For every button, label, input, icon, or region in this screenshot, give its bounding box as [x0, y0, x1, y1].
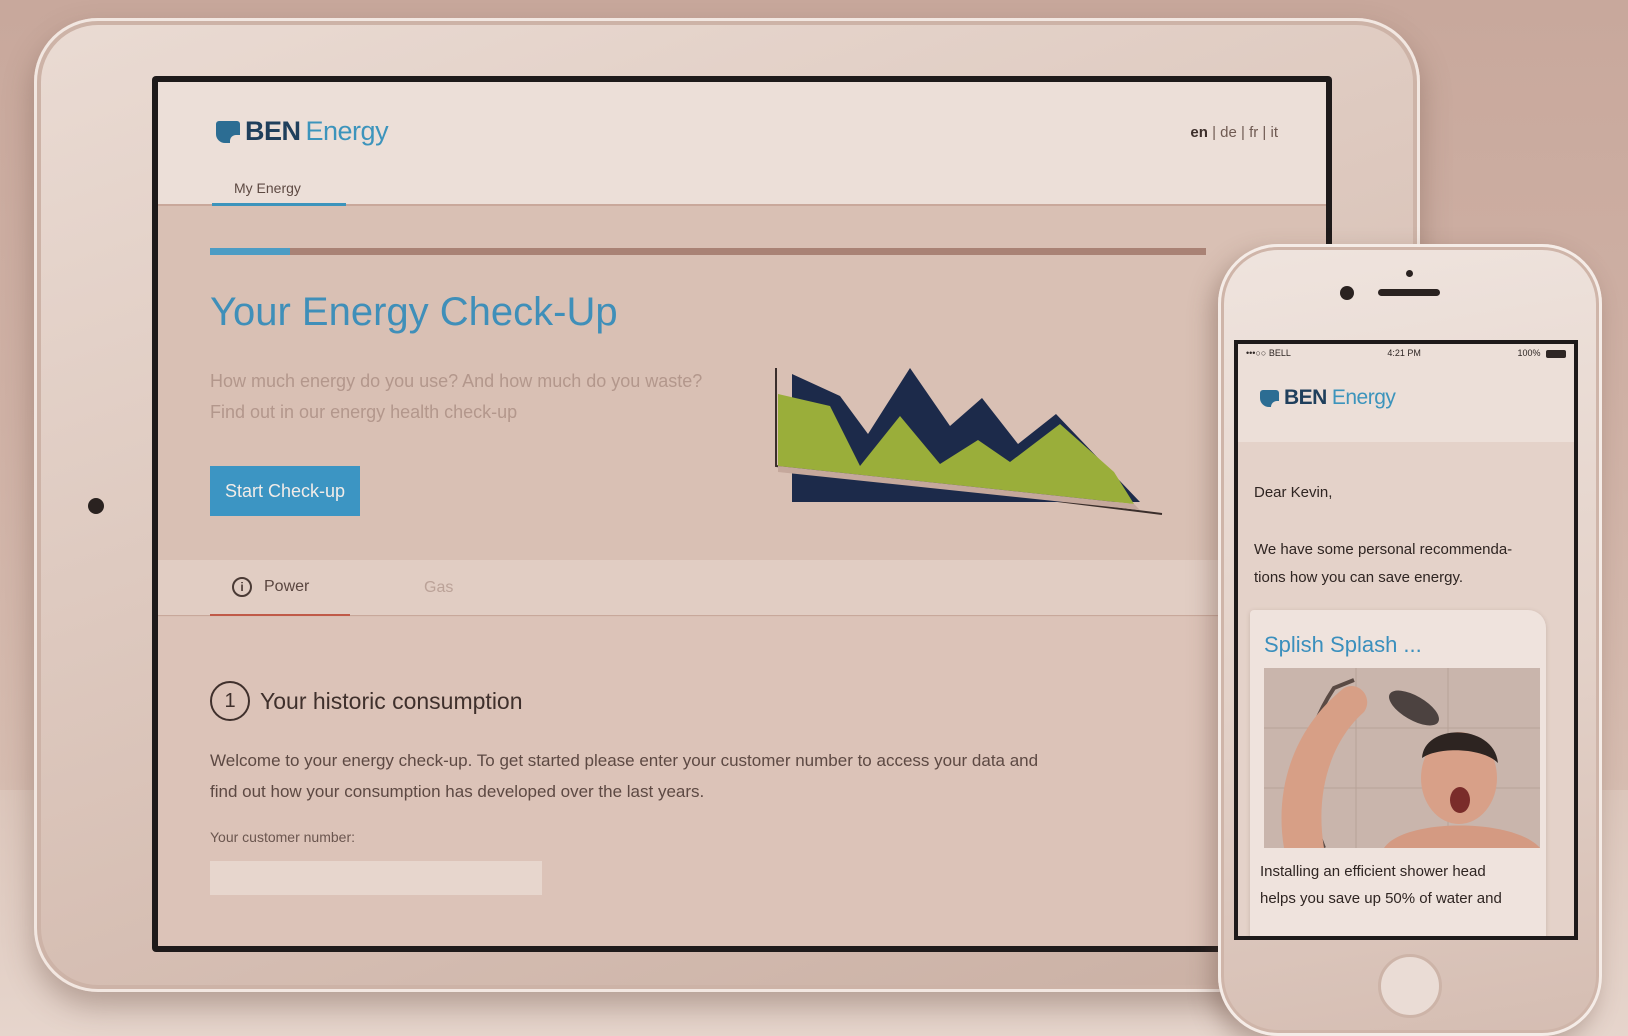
logo-mark-icon: [1260, 389, 1279, 407]
tab-power[interactable]: i Power: [210, 560, 350, 616]
step-description-line-2: find out how your consumption has develo…: [210, 782, 705, 801]
phone-ben-energy-logo: BEN Energy: [1260, 386, 1396, 410]
hero-area-chart-illustration: [775, 368, 1163, 515]
nav-tab-my-energy[interactable]: My Energy: [212, 180, 346, 206]
info-icon: i: [232, 577, 252, 597]
tablet-device: BEN Energy en | de | fr | it My Energy Y…: [34, 18, 1420, 992]
phone-sensor: [1406, 270, 1413, 277]
energy-type-tabs: i Power Gas ⚙: [158, 560, 1326, 616]
step-number-badge: 1: [210, 681, 250, 721]
logo-text-light: Energy: [305, 116, 389, 146]
app-header: BEN Energy en | de | fr | it My Energy: [158, 82, 1326, 206]
email-view: •••○○ BELL 4:21 PM 100% BEN Energy Dear …: [1238, 344, 1574, 936]
recommendation-text: Installing an efficient shower head help…: [1260, 858, 1540, 912]
ben-energy-logo[interactable]: BEN Energy: [216, 116, 389, 147]
tab-gas[interactable]: Gas: [424, 560, 453, 616]
logo-mark-icon: [216, 120, 240, 143]
hero-subtitle-line-1: How much energy do you use? And how much…: [210, 371, 703, 391]
battery-status: 100%: [1517, 348, 1566, 358]
battery-label: 100%: [1517, 348, 1541, 358]
web-app: BEN Energy en | de | fr | it My Energy Y…: [158, 82, 1326, 946]
checkup-step-section: 1 Your historic consumption Welcome to y…: [158, 617, 1326, 946]
customer-number-label: Your customer number:: [210, 829, 355, 845]
step-header: 1 Your historic consumption: [210, 681, 523, 721]
recommendation-text-line-1: Installing an efficient shower head: [1260, 863, 1486, 880]
recommendation-text-line-2: helps you save up 50% of water and: [1260, 890, 1502, 907]
phone-home-button[interactable]: [1378, 954, 1442, 1018]
page-title: Your Energy Check-Up: [210, 290, 618, 334]
email-greeting: Dear Kevin,: [1254, 484, 1333, 501]
step-description-line-1: Welcome to your energy check-up. To get …: [210, 751, 1039, 770]
recommendation-card[interactable]: Splish Splash ... Installing an efficien…: [1250, 610, 1546, 936]
step-description: Welcome to your energy check-up. To get …: [210, 745, 1170, 807]
hero-subtitle-line-2: Find out in our energy health check-up: [210, 402, 518, 422]
logo-text-light: Energy: [1331, 386, 1396, 409]
phone-camera: [1340, 286, 1354, 300]
logo-text-bold: BEN: [1284, 386, 1327, 409]
tablet-camera: [88, 498, 104, 514]
tab-gas-label: Gas: [424, 579, 454, 596]
lang-de[interactable]: de: [1220, 124, 1237, 141]
email-header: BEN Energy: [1238, 362, 1574, 442]
tablet-screen: BEN Energy en | de | fr | it My Energy Y…: [152, 76, 1332, 952]
progress-fill: [210, 248, 290, 255]
lang-it[interactable]: it: [1271, 124, 1279, 141]
logo-text-bold: BEN: [245, 116, 301, 146]
battery-icon: [1545, 349, 1566, 358]
hero-subtitle: How much energy do you use? And how much…: [210, 366, 770, 428]
language-switcher: en | de | fr | it: [1190, 124, 1278, 141]
lang-fr[interactable]: fr: [1249, 124, 1258, 141]
step-title: Your historic consumption: [260, 687, 523, 714]
phone-device: •••○○ BELL 4:21 PM 100% BEN Energy Dear …: [1218, 244, 1602, 1036]
email-intro: We have some personal recommenda- tions …: [1254, 536, 1564, 592]
customer-number-input[interactable]: [210, 861, 542, 895]
email-body: Dear Kevin, We have some personal recomm…: [1238, 442, 1574, 936]
checkup-progress-bar: [210, 248, 1206, 255]
shower-photo: [1264, 668, 1540, 848]
recommendation-title: Splish Splash ...: [1264, 632, 1422, 657]
tab-power-label: Power: [264, 578, 310, 595]
lang-en[interactable]: en: [1190, 124, 1208, 141]
email-intro-line-2: tions how you can save energy.: [1254, 569, 1464, 586]
start-checkup-button[interactable]: Start Check-up: [210, 466, 360, 516]
phone-screen: •••○○ BELL 4:21 PM 100% BEN Energy Dear …: [1234, 340, 1578, 940]
phone-speaker: [1378, 289, 1440, 296]
carrier-label: •••○○ BELL: [1246, 348, 1291, 358]
phone-status-bar: •••○○ BELL 4:21 PM 100%: [1238, 344, 1574, 362]
email-intro-line-1: We have some personal recommenda-: [1254, 541, 1513, 558]
status-time: 4:21 PM: [1387, 348, 1421, 358]
